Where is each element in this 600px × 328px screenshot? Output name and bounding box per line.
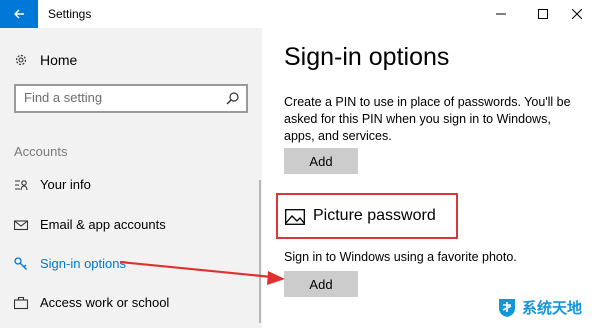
search-input[interactable]: Find a setting: [24, 90, 102, 105]
close-button[interactable]: [554, 0, 600, 28]
pin-add-button[interactable]: Add: [284, 148, 358, 174]
watermark-logo-icon: [499, 299, 515, 317]
sidebar-item-label: Sign-in options: [40, 256, 126, 271]
picture-icon: [285, 209, 305, 225]
sidebar-item-your-info[interactable]: Your info: [14, 177, 91, 192]
minimize-icon: [496, 13, 506, 15]
title-bar: Settings: [0, 0, 600, 28]
picture-add-button[interactable]: Add: [284, 271, 358, 297]
close-icon: [572, 9, 582, 19]
section-label-accounts: Accounts: [14, 144, 68, 159]
sidebar-item-label: Access work or school: [40, 295, 170, 310]
pin-description: Create a PIN to use in place of password…: [284, 95, 571, 143]
picture-password-title: Picture password: [313, 207, 436, 224]
back-button[interactable]: [0, 0, 38, 28]
person-icon: [14, 178, 28, 192]
window-title: Settings: [48, 7, 92, 21]
watermark: 系统天地: [496, 296, 582, 318]
nav-home-label: Home: [40, 52, 78, 68]
page-title: Sign-in options: [284, 43, 450, 71]
sidebar-scrollbar[interactable]: [259, 180, 261, 323]
search-box[interactable]: Find a setting: [14, 84, 248, 113]
maximize-icon: [538, 9, 548, 19]
search-icon[interactable]: [226, 91, 240, 105]
sidebar-item-email[interactable]: Email & app accounts: [14, 217, 166, 232]
nav-home[interactable]: Home: [14, 52, 77, 68]
picture-password-description: Sign in to Windows using a favorite phot…: [284, 250, 517, 264]
key-icon: [14, 256, 28, 271]
sidebar: Home Find a setting Accounts Your info E…: [0, 28, 262, 328]
sidebar-item-label: Email & app accounts: [40, 217, 166, 232]
briefcase-icon: [14, 296, 28, 310]
mail-icon: [14, 218, 28, 232]
sidebar-item-access-work[interactable]: Access work or school: [14, 295, 169, 310]
picture-password-highlight: Picture password: [276, 193, 458, 239]
watermark-text: 系统天地: [522, 299, 583, 317]
sidebar-item-label: Your info: [40, 177, 91, 192]
back-arrow-icon: [14, 9, 24, 19]
sidebar-item-sign-in-options[interactable]: Sign-in options: [14, 256, 126, 271]
minimize-button[interactable]: [478, 0, 524, 28]
gear-icon: [15, 54, 27, 66]
